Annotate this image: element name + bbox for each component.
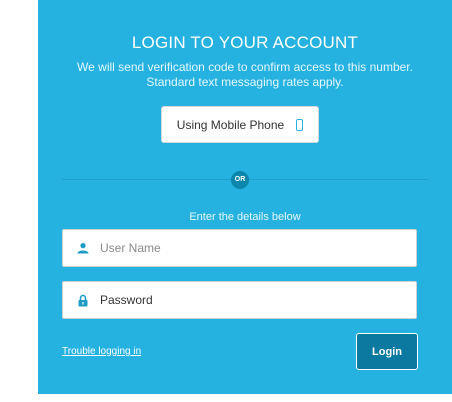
trouble-logging-in-link[interactable]: Trouble logging in [62, 346, 141, 357]
form-instruction: Enter the details below [189, 211, 301, 223]
login-panel: LOGIN TO YOUR ACCOUNT We will send verif… [38, 0, 452, 394]
lock-icon [68, 294, 98, 307]
page-subtitle: We will send verification code to confir… [77, 60, 413, 89]
password-field[interactable] [62, 281, 417, 319]
mobile-phone-icon [296, 118, 304, 131]
mobile-phone-button[interactable]: Using Mobile Phone [161, 106, 319, 143]
mobile-phone-button-label: Using Mobile Phone [176, 117, 285, 132]
page-title: LOGIN TO YOUR ACCOUNT [131, 33, 359, 52]
username-field[interactable] [62, 229, 417, 267]
username-input[interactable] [98, 240, 416, 256]
or-badge: OR [231, 171, 249, 189]
user-icon [68, 242, 98, 254]
password-input[interactable] [98, 292, 416, 308]
login-button[interactable]: Login [356, 333, 418, 370]
